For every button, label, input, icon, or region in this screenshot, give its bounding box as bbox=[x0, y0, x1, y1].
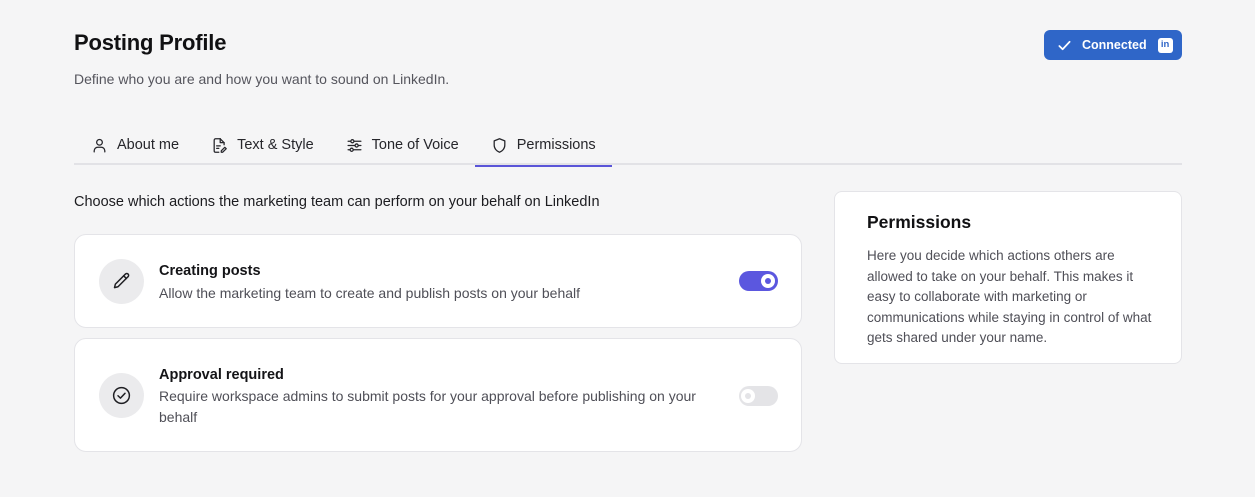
person-icon bbox=[91, 137, 108, 154]
tab-label: Text & Style bbox=[237, 137, 314, 153]
posting-profile-page: Posting Profile Define who you are and h… bbox=[0, 0, 1255, 497]
approval-required-toggle[interactable] bbox=[739, 386, 778, 406]
check-circle-icon bbox=[99, 373, 144, 418]
info-panel-title: Permissions bbox=[867, 212, 972, 232]
toggle-knob bbox=[761, 274, 775, 288]
permissions-lead-text: Choose which actions the marketing team … bbox=[74, 194, 600, 210]
page-subtitle: Define who you are and how you want to s… bbox=[74, 71, 450, 87]
permission-title: Creating posts bbox=[159, 263, 261, 279]
permission-card-approval-required: Approval required Require workspace admi… bbox=[74, 338, 802, 452]
tab-text-style[interactable]: Text & Style bbox=[195, 125, 330, 165]
pencil-icon bbox=[99, 259, 144, 304]
tab-permissions[interactable]: Permissions bbox=[474, 125, 612, 167]
permission-description: Require workspace admins to submit posts… bbox=[159, 388, 696, 425]
sliders-icon bbox=[346, 137, 363, 154]
tab-label: About me bbox=[117, 137, 180, 153]
checkmark-icon bbox=[1057, 38, 1072, 53]
linkedin-logo-icon: in bbox=[1157, 37, 1173, 53]
permission-description: Allow the marketing team to create and p… bbox=[159, 285, 581, 301]
tab-label: Permissions bbox=[516, 137, 596, 153]
info-panel-body: Here you decide which actions others are… bbox=[867, 248, 1152, 345]
shield-icon bbox=[491, 137, 508, 154]
document-edit-icon bbox=[211, 137, 228, 154]
permission-card-creating-posts: Creating posts Allow the marketing team … bbox=[74, 234, 802, 328]
connection-status-label: Connected bbox=[1082, 38, 1147, 52]
permissions-info-panel: Permissions Here you decide which action… bbox=[834, 191, 1182, 364]
page-title: Posting Profile bbox=[74, 30, 227, 55]
creating-posts-toggle[interactable] bbox=[739, 271, 778, 291]
tab-label: Tone of Voice bbox=[371, 137, 459, 153]
permission-title: Approval required bbox=[159, 367, 284, 383]
linkedin-connected-button[interactable]: Connected in bbox=[1044, 30, 1182, 60]
tab-tone-of-voice[interactable]: Tone of Voice bbox=[330, 125, 475, 165]
toggle-knob bbox=[741, 389, 755, 403]
profile-tabs: About me Text & Style Tone of Voice Perm… bbox=[74, 125, 1182, 167]
tab-about-me[interactable]: About me bbox=[74, 125, 195, 165]
